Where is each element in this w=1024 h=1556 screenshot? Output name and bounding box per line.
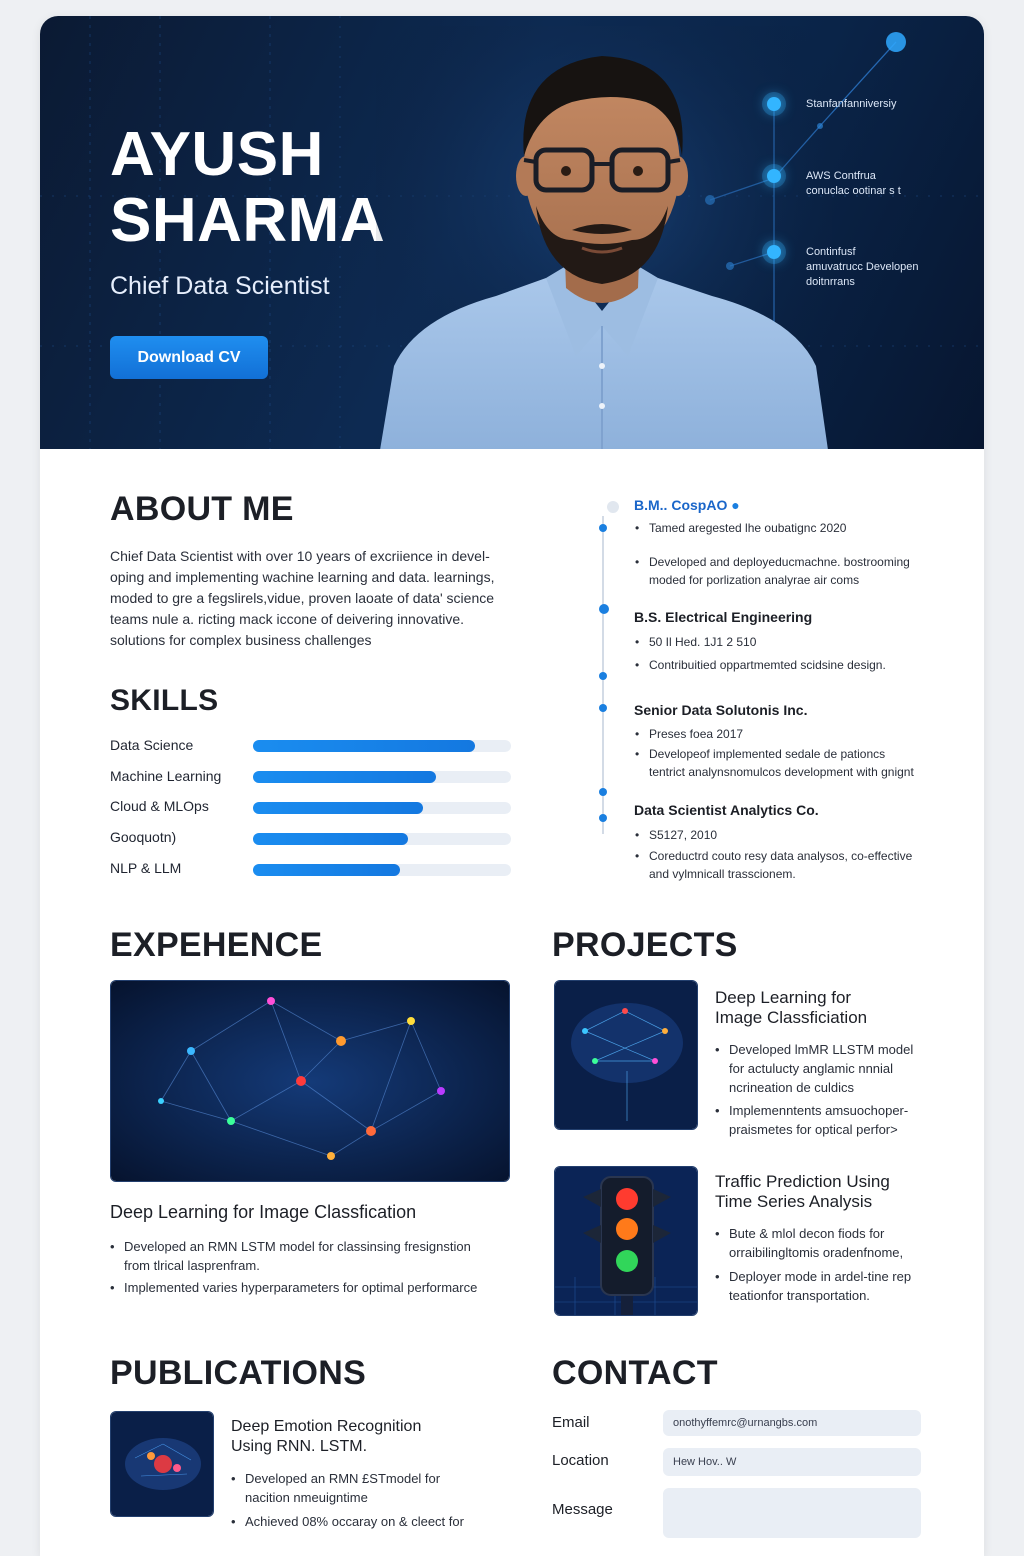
credential-1: Stanfanfanniversiy [806,98,897,110]
current-marker-icon: ● [731,497,740,513]
download-cv-button[interactable]: Download CV [110,336,268,379]
profile-photo [376,26,832,449]
skill-bar-fill [253,833,408,845]
skill-bar [253,771,511,783]
timeline-dot [599,672,607,680]
timeline-dot [599,814,607,822]
skill-bar [253,740,511,752]
project-bullet: Bute & mlol decon fiods fororraibilinglt… [715,1224,935,1262]
projects-heading: PROJECTS [552,926,738,964]
skill-bar [253,802,511,814]
publication-bullet: Achieved 08% occaray on & cleect for [231,1512,481,1531]
job-title: Chief Data Scientist [110,272,330,300]
message-label: Message [552,1501,613,1518]
timeline-entry-title: Data Scientist Analytics Co. [634,802,819,818]
timeline-dot [599,604,609,614]
skill-label: Gooquotn) [110,829,177,845]
credential-2-dot [767,169,781,183]
timeline-bullet: Coreductrd couto resy data analysos, co-… [635,847,936,883]
credential-3-dot [767,245,781,259]
skill-bar-fill [253,864,401,876]
credential-3: Continfusf amuvatrucc Developen doitnrra… [806,246,919,288]
skill-bar-fill [253,802,424,814]
about-heading: ABOUT ME [110,490,294,528]
experience-heading: EXPEHENCE [110,926,323,964]
email-label: Email [552,1414,590,1431]
skill-bar-fill [253,740,475,752]
experience-bullet: Developed an RMN LSTM model for classins… [110,1237,510,1275]
timeline-bullet: Developeof implemented sedale de pationc… [635,745,936,781]
about-text: Chief Data Scientist with over 10 years … [110,548,495,648]
experience-bullet: Implemented varies hyperparameters for o… [110,1278,510,1297]
resume-card: AYUSH SHARMA Chief Data Scientist Downlo… [40,16,984,1556]
credential-1-dot [767,97,781,111]
publication-bullet: Developed an RMN £STmodel fornacition nm… [231,1469,481,1507]
timeline-dot [599,524,607,532]
timeline-bullet: 50 Il Hed. 1J1 2 510 [635,633,936,651]
project-bullet: Deployer mode in ardel-tine repteationfo… [715,1267,935,1305]
name-first: AYUSH [110,120,324,189]
timeline-bullet: Tamed aregested lhe oubatignc 2020 [635,519,936,537]
contact-heading: CONTACT [552,1354,718,1392]
publication-title: Deep Emotion Recognition Using RNN. LSTM… [231,1418,422,1455]
timeline-dot [599,704,607,712]
email-field[interactable] [663,1410,921,1436]
hero-banner: AYUSH SHARMA Chief Data Scientist Downlo… [40,16,984,449]
location-label: Location [552,1452,609,1469]
brain-network-image [554,980,698,1130]
timeline-entry-title: B.M.. CospAO ● [634,497,740,513]
publications-heading: PUBLICATIONS [110,1354,367,1392]
experience-title: Deep Learning for Image Classfication [110,1202,417,1222]
neural-network-image [110,980,510,1182]
skill-label: Machine Learning [110,768,222,784]
credential-2: AWS Contfrua conuclac ootinar s t [806,170,901,197]
skill-bar-fill [253,771,437,783]
timeline-dot [599,788,607,796]
skill-label: Data Science [110,737,194,753]
traffic-light-image [554,1166,698,1316]
timeline-bullet: Developed and deployeducmachne. bostroom… [635,553,936,589]
location-field[interactable] [663,1448,921,1476]
name-last: SHARMA [110,186,386,255]
project-bullet: Developed lmMR LLSTM modelfor actulucty … [715,1040,925,1097]
timeline-bullet: Preses foea 2017 [635,725,936,743]
skill-label: NLP & LLM [110,860,182,876]
skills-heading: SKILLS [110,684,219,717]
timeline-dot [607,501,619,513]
project-title: Deep Learning for Image Classficiation [715,988,868,1027]
person-name: AYUSH SHARMA [110,122,385,254]
skill-bar [253,833,511,845]
timeline-bullet: Contribuitied oppartmemted scidsine desi… [635,656,936,674]
timeline-entry-title: B.S. Electrical Engineering [634,609,813,625]
timeline-bullet: S5127, 2010 [635,826,936,844]
project-title: Traffic Prediction Using Time Series Ana… [715,1172,890,1211]
message-field[interactable] [663,1488,921,1538]
project-bullet: Implemenntents amsuochoper-praismetes fo… [715,1101,925,1139]
timeline-entry-title: Senior Data Solutonis Inc. [634,702,808,718]
skill-label: Cloud & MLOps [110,798,209,814]
skill-bar [253,864,511,876]
publication-thumbnail [110,1411,214,1517]
